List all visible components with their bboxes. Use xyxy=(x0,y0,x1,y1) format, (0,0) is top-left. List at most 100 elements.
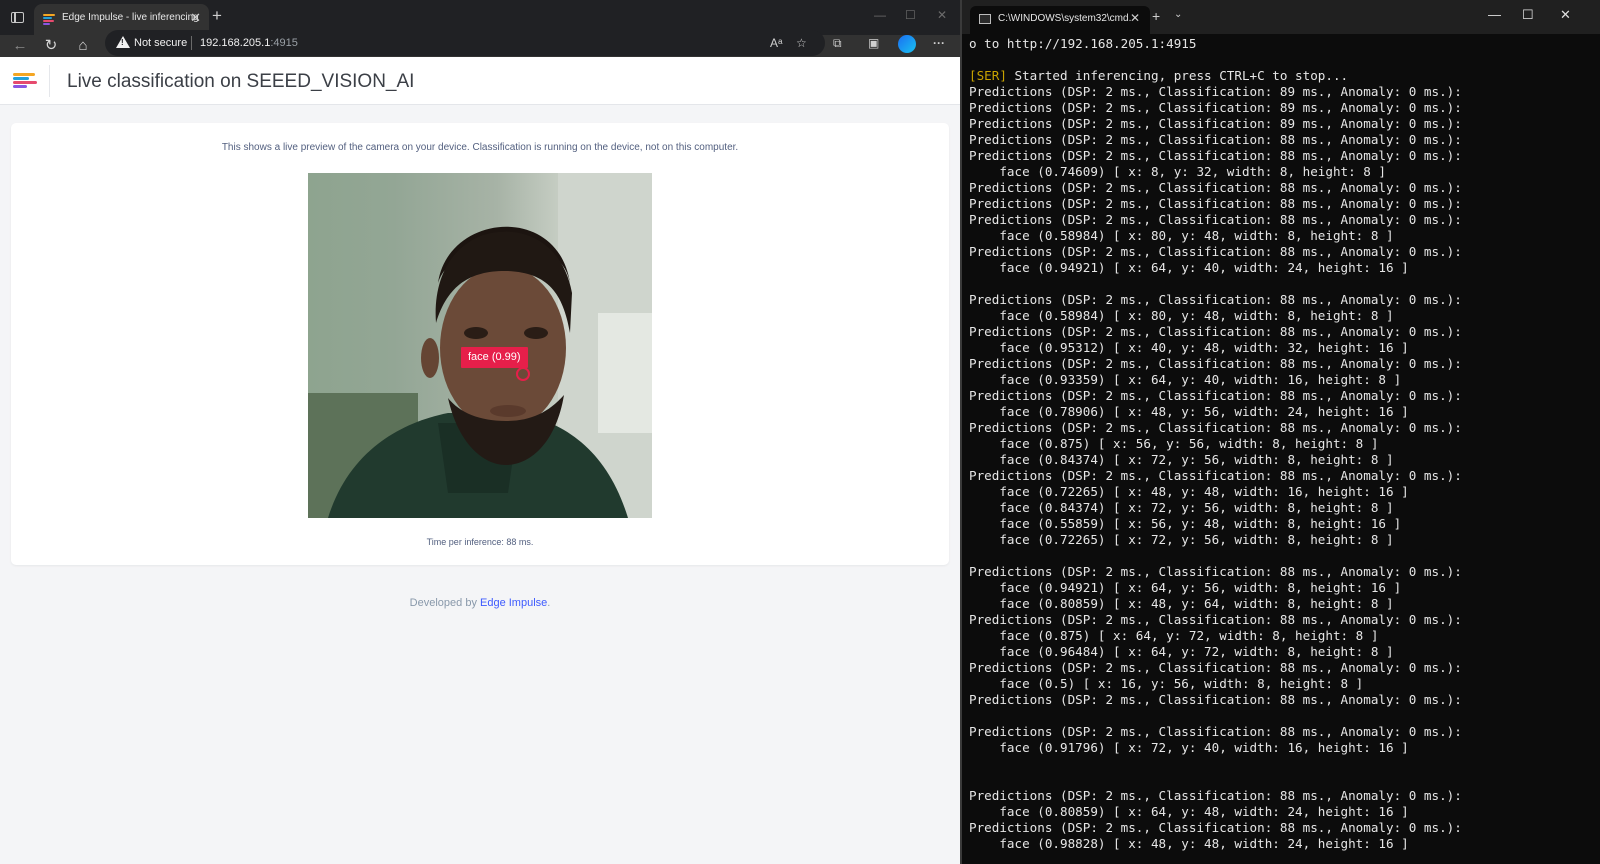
copilot-icon[interactable] xyxy=(898,35,916,53)
edge-impulse-favicon-icon xyxy=(43,14,55,25)
favicon-stripe xyxy=(43,20,54,22)
url-text[interactable]: 192.168.205.1:4915 xyxy=(200,37,298,49)
terminal-tab-active[interactable]: C:\WINDOWS\system32\cmd. ✕ xyxy=(970,6,1150,34)
terminal-tab-title: C:\WINDOWS\system32\cmd. xyxy=(998,13,1132,24)
not-secure-label[interactable]: Not secure xyxy=(134,37,187,49)
terminal-line: Predictions (DSP: 2 ms., Classification:… xyxy=(969,196,1462,211)
footer-text: Developed by xyxy=(409,597,480,609)
extensions-icon[interactable]: ⧉ xyxy=(833,36,842,50)
terminal-close-icon[interactable]: ✕ xyxy=(1560,7,1571,23)
tab-actions-icon[interactable] xyxy=(8,8,28,28)
terminal-line: Predictions (DSP: 2 ms., Classification:… xyxy=(969,564,1462,579)
edge-impulse-link[interactable]: Edge Impulse xyxy=(480,597,547,609)
terminal-line: face (0.96484) [ x: 64, y: 72, width: 8,… xyxy=(969,644,1394,659)
favicon-stripe xyxy=(43,23,50,25)
address-bar[interactable]: Not secure 192.168.205.1:4915 xyxy=(105,30,825,56)
page-header: Live classification on SEEED_VISION_AI xyxy=(0,57,960,105)
terminal-output[interactable]: o to http://192.168.205.1:4915 [SER] Star… xyxy=(969,36,1599,864)
terminal-line: face (0.94921) [ x: 64, y: 56, width: 8,… xyxy=(969,580,1402,595)
terminal-line: face (0.875) [ x: 56, y: 56, width: 8, h… xyxy=(969,436,1379,451)
terminal-line: Predictions (DSP: 2 ms., Classification:… xyxy=(969,388,1462,403)
favorite-star-icon[interactable]: ☆ xyxy=(796,36,807,50)
tab-title: Edge Impulse - live inferencing xyxy=(62,12,199,23)
terminal-tab-close-icon[interactable]: ✕ xyxy=(1130,11,1140,25)
terminal-line: face (0.91796) [ x: 72, y: 40, width: 16… xyxy=(969,740,1409,755)
terminal-line: Predictions (DSP: 2 ms., Classification:… xyxy=(969,692,1462,707)
terminal-line: Predictions (DSP: 2 ms., Classification:… xyxy=(969,324,1462,339)
logo-stripe xyxy=(13,85,27,88)
terminal-line: face (0.72265) [ x: 72, y: 56, width: 8,… xyxy=(969,532,1394,547)
terminal-line: face (0.94921) [ x: 64, y: 40, width: 24… xyxy=(969,260,1409,275)
terminal-line: Predictions (DSP: 2 ms., Classification:… xyxy=(969,148,1462,163)
terminal-line: face (0.78906) [ x: 48, y: 56, width: 24… xyxy=(969,404,1409,419)
preview-card: This shows a live preview of the camera … xyxy=(11,123,949,565)
tab-close-icon[interactable]: ✕ xyxy=(190,11,201,25)
back-icon[interactable]: ← xyxy=(11,37,29,55)
bounding-box-marker xyxy=(516,367,530,381)
terminal-line: face (0.84374) [ x: 72, y: 56, width: 8,… xyxy=(969,500,1394,515)
time-per-inference-value: 88 ms. xyxy=(506,537,534,547)
camera-frame-image xyxy=(308,173,652,518)
edge-impulse-logo-icon xyxy=(13,73,37,89)
bounding-box-label: face (0.99) xyxy=(461,347,528,368)
terminal-line: Predictions (DSP: 2 ms., Classification:… xyxy=(969,468,1462,483)
terminal-line: Predictions (DSP: 2 ms., Classification:… xyxy=(969,356,1462,371)
read-aloud-icon[interactable]: Aᵃ xyxy=(770,36,782,50)
logo-stripe xyxy=(13,73,35,76)
window-close-icon[interactable]: ✕ xyxy=(937,8,947,22)
warning-icon xyxy=(116,36,130,48)
terminal-line: face (0.84374) [ x: 72, y: 56, width: 8,… xyxy=(969,452,1394,467)
terminal-line: Predictions (DSP: 2 ms., Classification:… xyxy=(969,820,1462,835)
more-menu-icon[interactable]: ··· xyxy=(933,36,945,50)
terminal-line: face (0.58984) [ x: 80, y: 48, width: 8,… xyxy=(969,308,1394,323)
terminal-line: Predictions (DSP: 2 ms., Classification:… xyxy=(969,180,1462,195)
terminal-line: Predictions (DSP: 2 ms., Classification:… xyxy=(969,132,1462,147)
desktop: Edge Impulse - live inferencing ✕ + — ☐ … xyxy=(0,0,1600,864)
favicon-stripe xyxy=(43,14,55,16)
terminal-minimize-icon[interactable]: — xyxy=(1488,7,1501,23)
terminal-line: face (0.58984) [ x: 80, y: 48, width: 8,… xyxy=(969,228,1394,243)
terminal-line: Predictions (DSP: 2 ms., Classification:… xyxy=(969,212,1462,227)
chevron-down-icon[interactable]: ⌄ xyxy=(1174,9,1182,20)
page-title: Live classification on SEEED_VISION_AI xyxy=(67,71,415,92)
header-divider xyxy=(49,65,50,97)
terminal-line: Predictions (DSP: 2 ms., Classification:… xyxy=(969,724,1462,739)
terminal-line: Predictions (DSP: 2 ms., Classification:… xyxy=(969,84,1462,99)
terminal-maximize-icon[interactable]: ☐ xyxy=(1522,7,1534,23)
page-footer: Developed by Edge Impulse. xyxy=(0,597,960,609)
terminal-line: face (0.5) [ x: 16, y: 56, width: 8, hei… xyxy=(969,676,1364,691)
terminal-line: face (0.93359) [ x: 64, y: 40, width: 16… xyxy=(969,372,1402,387)
terminal-line: face (0.80859) [ x: 64, y: 48, width: 24… xyxy=(969,804,1409,819)
cmd-icon xyxy=(979,14,991,24)
maximize-icon[interactable]: ☐ xyxy=(905,8,916,22)
logo-stripe xyxy=(13,81,37,84)
page-content: Live classification on SEEED_VISION_AI T… xyxy=(0,57,960,864)
terminal-line: face (0.72265) [ x: 48, y: 48, width: 16… xyxy=(969,484,1409,499)
camera-preview: face (0.99) xyxy=(308,173,652,518)
minimize-icon[interactable]: — xyxy=(874,8,886,22)
url-port: :4915 xyxy=(270,37,298,49)
terminal-line: Predictions (DSP: 2 ms., Classification:… xyxy=(969,660,1462,675)
new-tab-button[interactable]: + xyxy=(212,7,222,25)
collections-icon[interactable]: ▣ xyxy=(868,36,879,50)
home-icon[interactable]: ⌂ xyxy=(74,37,92,55)
favicon-stripe xyxy=(43,17,52,19)
terminal-new-tab-button[interactable]: + xyxy=(1152,8,1160,24)
logo-stripe xyxy=(13,77,29,80)
terminal-line: face (0.74609) [ x: 8, y: 32, width: 8, … xyxy=(969,164,1387,179)
terminal-window: C:\WINDOWS\system32\cmd. ✕ + ⌄ — ☐ ✕ o t… xyxy=(960,0,1600,864)
terminal-line: Predictions (DSP: 2 ms., Classification:… xyxy=(969,116,1462,131)
time-per-inference: Time per inference: 88 ms. xyxy=(11,537,949,547)
browser-window: Edge Impulse - live inferencing ✕ + — ☐ … xyxy=(0,0,960,864)
url-host: 192.168.205.1 xyxy=(200,37,271,49)
terminal-line: Predictions (DSP: 2 ms., Classification:… xyxy=(969,292,1462,307)
preview-description: This shows a live preview of the camera … xyxy=(221,142,739,153)
terminal-line: Predictions (DSP: 2 ms., Classification:… xyxy=(969,788,1462,803)
refresh-icon[interactable]: ↻ xyxy=(42,37,60,55)
